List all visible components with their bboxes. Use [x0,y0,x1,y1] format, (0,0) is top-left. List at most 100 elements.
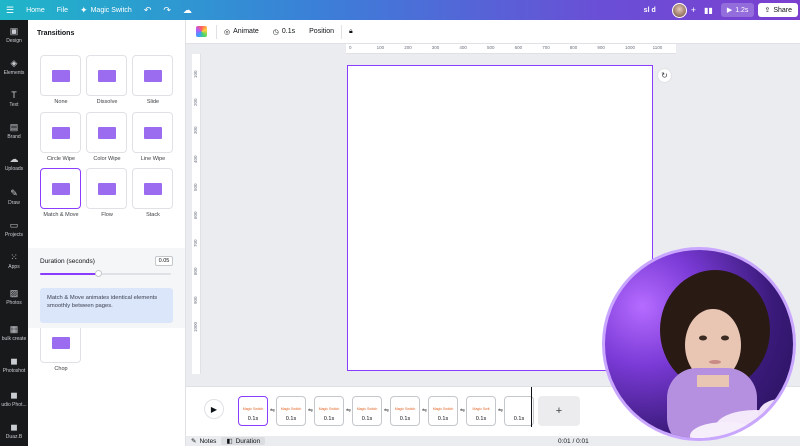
page-thumbnail[interactable]: Magic Switch 0.1s [238,396,268,426]
insights-icon[interactable]: ▮▮ [704,6,713,15]
rail-item-projects[interactable]: ▭ Projects [0,214,28,244]
lock-icon: 🔒︎ [349,27,353,35]
ruler-tick-label: 800 [569,45,578,50]
rail-item-photoshot[interactable]: ◼ Photoshot [0,350,28,380]
undo-button[interactable]: ↶ [138,0,158,20]
transition-color-wipe[interactable] [86,112,127,153]
color-picker-icon[interactable] [196,26,207,37]
rail-item-label: Elements [3,69,25,76]
transition-icon[interactable]: ⇋ [308,407,313,414]
page-thumbnail[interactable]: Magic Switch 0.1s [276,396,306,426]
duration-section: Duration (seconds) 0.05 Match & Move ani… [28,248,185,328]
rail-item-uploads[interactable]: ☁ Uploads [0,148,28,178]
rail-item-label: Draw [8,199,20,206]
rail-item-label: Text [9,101,19,108]
thumbnail-caption: Magic Swit [472,407,490,411]
position-button[interactable]: Position [302,20,341,44]
home-button[interactable]: Home [20,0,51,20]
rail-item-label: Brand [7,133,21,140]
play-button[interactable]: ▶ [204,399,224,419]
transition-label: Slide [146,99,160,105]
magic-switch-label: Magic Switch [90,6,132,14]
rail-item-draw[interactable]: ✎ Draw [0,182,28,212]
transition-preview-icon [51,182,70,195]
ruler-tick-label: 100 [193,70,198,78]
duration-button[interactable]: ◧ Duration [221,437,266,445]
ruler-top: 0 100 200 300 400 500 600 700 800 900 1000 1100 [346,44,676,54]
ruler-tick-label: 1100 [652,45,663,50]
page-thumbnail[interactable]: Magic Switch 0.1s [352,396,382,426]
rail-item-label: Projects [4,231,24,238]
transition-icon[interactable]: ⇋ [498,407,503,414]
text-icon: T [11,89,17,100]
transition-preview-icon [51,126,70,139]
rail-item-elements[interactable]: ◈ Elements [0,52,28,82]
rail-item-label: Photos [6,299,22,306]
transition-stack[interactable] [132,168,173,209]
present-button[interactable]: ▶ 1.2s [720,3,755,17]
thumbnail-caption: Magic Switch [280,407,302,411]
rail-item-photos[interactable]: ▨ Photos [0,282,28,312]
home-label: Home [26,6,45,14]
rail-item-bulk-create[interactable]: ▦ bulk create [0,318,28,348]
topbar-right: sl d + ▮▮ ▶ 1.2s ⇪ Share [644,0,800,20]
duration-slider-handle[interactable] [95,270,103,277]
doc-name[interactable]: sl d [644,7,656,14]
lock-button[interactable]: 🔒︎ [342,20,360,44]
ruler-tick-label: 200 [404,45,412,50]
magic-switch-button[interactable]: ✦ Magic Switch [74,0,138,20]
redo-button[interactable]: ↷ [157,0,177,20]
avatar[interactable] [671,2,687,18]
duration-input[interactable]: 0.05 [155,256,173,266]
rail-item-apps[interactable]: ⁙ Apps [0,246,28,276]
page-thumbnail[interactable]: Magic Switch 0.1s [314,396,344,426]
transition-icon[interactable]: ⇋ [460,407,465,414]
transition-flow[interactable] [86,168,127,209]
rail-item-label: bulk create [1,335,27,342]
transition-preview-icon [143,182,162,195]
transition-icon[interactable]: ⇋ [270,407,275,414]
ruler-tick-label: 700 [193,239,198,248]
transition-icon[interactable]: ⇋ [384,407,389,414]
transition-none[interactable] [40,55,81,96]
timing-button[interactable]: ◷ 0.1s [266,20,302,44]
page-thumbnail[interactable]: Magic Switch 0.1s [428,396,458,426]
transition-dissolve[interactable] [86,55,127,96]
rail-item-brand[interactable]: ▤ Brand [0,116,28,146]
transition-preview-icon [143,126,162,139]
playhead[interactable] [531,387,532,427]
page-thumbnail[interactable]: Magic Swit 0.1s [466,396,496,426]
rail-item-duaz-b[interactable]: ◼ Duaz.B [0,416,28,446]
ruler-tick-label: 900 [597,45,605,50]
transition-icon[interactable]: ⇋ [346,407,351,414]
transition-slide[interactable] [132,55,173,96]
refresh-icon[interactable]: ↻ [657,68,672,83]
rail-item-text[interactable]: T Text [0,84,28,114]
transition-match-move[interactable] [40,168,81,209]
duration-btn-label: Duration [235,437,261,445]
add-page-button[interactable]: + [538,396,580,426]
rail-item-udio-phot-[interactable]: ◼ udio Phot... [0,384,28,414]
rail-item-design[interactable]: ▣ Design [0,20,28,50]
menu-button[interactable]: ☰ [0,0,20,20]
ruler-tick-label: 600 [514,45,523,50]
file-menu[interactable]: File [51,0,74,20]
play-icon: ▶ [210,404,218,414]
transition-icon[interactable]: ⇋ [422,407,427,414]
share-button[interactable]: ⇪ Share [758,3,798,17]
ruler-tick-label: 900 [193,296,198,304]
cloud-save-button[interactable]: ☁ [177,0,198,20]
notes-button[interactable]: ✎ Notes [186,437,221,446]
transition-line-wipe[interactable] [132,112,173,153]
page-thumbnail[interactable]: Magic Switch 0.1s [390,396,420,426]
transition-preview-icon [97,69,116,82]
animate-button[interactable]: ◎ Animate [217,20,266,44]
page-thumbnail[interactable]: 0.1s [504,396,534,426]
add-collaborator-icon[interactable]: + [691,5,696,15]
transition-circle-wipe[interactable] [40,112,81,153]
timing-label: 0.1s [281,28,296,35]
present-time-label: 1.2s [735,6,749,14]
duration-slider[interactable] [40,270,171,277]
transition-chop[interactable] [40,322,81,363]
webcam-overlay [602,247,796,441]
